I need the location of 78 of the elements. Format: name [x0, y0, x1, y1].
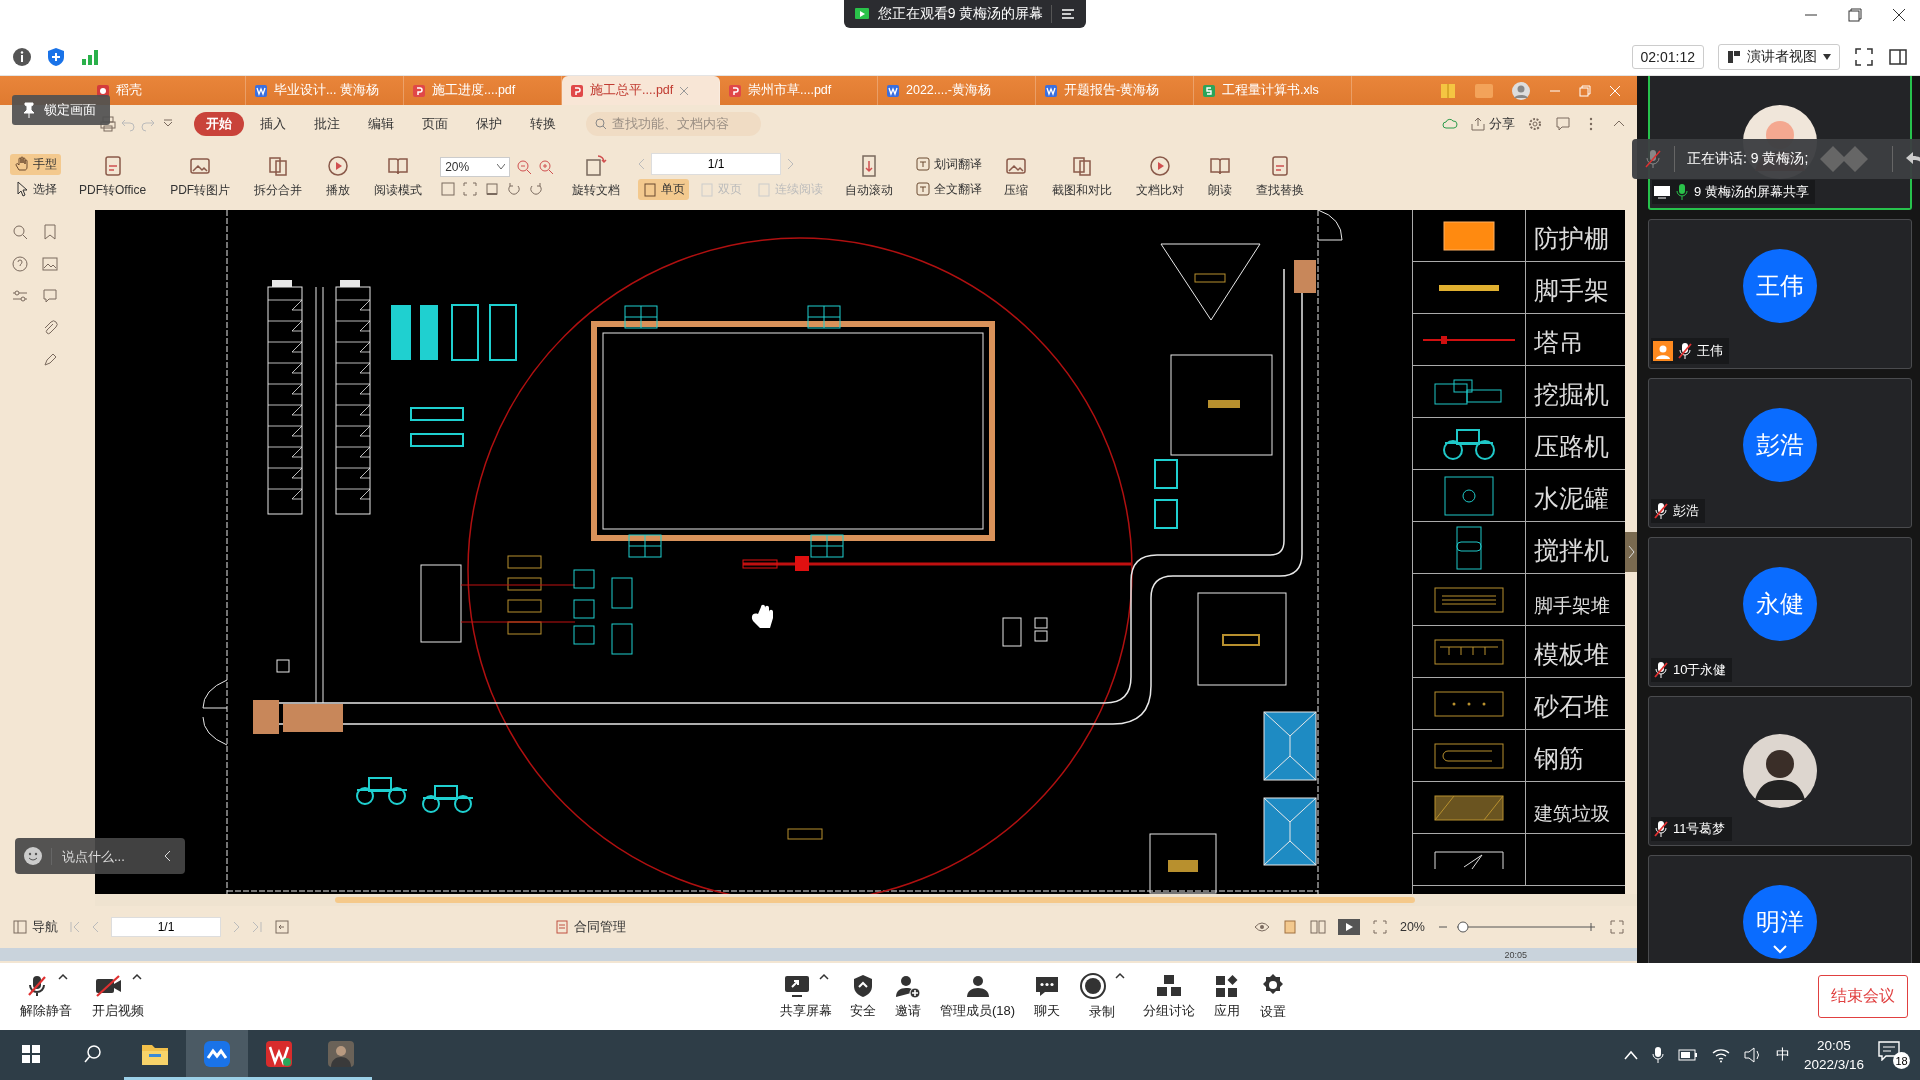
avatar: 彭浩 — [1743, 408, 1817, 482]
legend-label: 钢筋 — [1534, 743, 1584, 775]
banner-text: 您正在观看9 黄梅汤的屏幕 — [877, 5, 1044, 23]
document-tab[interactable]: 施工总平....pdf — [562, 76, 720, 105]
page-field[interactable]: 1/1 — [651, 153, 782, 175]
meeting-control[interactable]: 安全 — [842, 973, 884, 1020]
menu-tab[interactable]: 保护 — [464, 112, 514, 136]
menu-tab[interactable]: 编辑 — [356, 112, 406, 136]
navigation-button[interactable]: 导航 — [12, 918, 58, 936]
participant-label: 彭浩 — [1651, 499, 1705, 523]
meeting-control[interactable]: 聊天 — [1025, 973, 1070, 1020]
lock-view-button[interactable]: 锁定画面 — [12, 95, 110, 125]
legend-label: 模板堆 — [1534, 639, 1609, 671]
toolbar-button[interactable]: 拆分合并 — [248, 152, 309, 201]
page-field[interactable]: 1/1 — [111, 917, 221, 937]
view-mode-dropdown[interactable]: 演讲者视图 — [1718, 43, 1840, 70]
avatar: 永健 — [1743, 567, 1817, 641]
menu-tab[interactable]: 页面 — [410, 112, 460, 136]
legend-label: 挖掘机 — [1534, 379, 1609, 411]
search-field[interactable]: 查找功能、文档内容 — [586, 112, 761, 136]
page-mode-button[interactable]: 单页 — [638, 179, 690, 200]
toolbar-button[interactable]: PDF转图片 — [164, 152, 237, 201]
speaking-text: 正在讲话: 9 黄梅汤; — [1687, 150, 1809, 168]
zoom-level: 20% — [1399, 920, 1425, 934]
notification-count: 18 — [1893, 1052, 1910, 1069]
toolbar-button[interactable]: PDF转Office — [73, 152, 153, 201]
cursor-mode-button[interactable]: 手型 — [10, 153, 61, 175]
toolbar-button[interactable]: 压缩 — [998, 152, 1035, 201]
meeting-control[interactable]: 开启视频 — [84, 973, 152, 1020]
toolbar-button[interactable]: 自动滚动 — [839, 152, 900, 201]
end-meeting-button[interactable]: 结束会议 — [1818, 975, 1908, 1018]
legend-label: 水泥罐 — [1534, 483, 1609, 515]
share-button[interactable]: 分享 — [1470, 115, 1515, 133]
legend-label: 砂石堆 — [1534, 691, 1609, 723]
meeting-control[interactable]: 邀请 — [886, 973, 930, 1020]
cursor-mode-button[interactable]: 选择 — [10, 178, 61, 200]
taskbar-clock[interactable]: 20:05 2022/3/16 — [1803, 1036, 1864, 1074]
translate-button[interactable]: 划词翻译 — [911, 153, 987, 175]
toolbar-button[interactable]: 查找替换 — [1250, 152, 1311, 201]
chat-input[interactable]: 说点什么... — [51, 847, 154, 865]
meeting-control[interactable]: 应用 — [1205, 973, 1250, 1020]
legend-label: 搅拌机 — [1534, 535, 1609, 567]
participant-label: 9 黄梅汤的屏幕共享 — [1652, 180, 1815, 204]
avatar: 王伟 — [1743, 249, 1817, 323]
legend-label: 防护棚 — [1534, 223, 1609, 255]
meeting-control[interactable]: 设置 — [1251, 972, 1296, 1021]
menu-tab[interactable]: 转换 — [518, 112, 568, 136]
input-method[interactable]: 中 — [1775, 1046, 1790, 1064]
chat-bar[interactable]: 说点什么... — [15, 838, 185, 874]
participant-label: 11号葛梦 — [1651, 817, 1732, 841]
legend-label: 建筑垃圾 — [1534, 801, 1610, 826]
menu-tab[interactable]: 插入 — [248, 112, 298, 136]
translate-button[interactable]: 全文翻译 — [911, 178, 987, 200]
toolbar-button[interactable]: 文档比对 — [1130, 152, 1191, 201]
menu-tab[interactable]: 开始 — [194, 112, 244, 136]
contract-management-button[interactable]: 合同管理 — [554, 918, 626, 936]
legend-label: 塔吊 — [1534, 327, 1584, 359]
meeting-control[interactable]: 管理成员(18) — [932, 973, 1024, 1020]
meeting-control[interactable]: 解除静音 — [12, 973, 80, 1020]
meeting-control[interactable]: 分组讨论 — [1135, 973, 1204, 1020]
legend-label: 脚手架堆 — [1534, 593, 1610, 618]
zoom-dropdown[interactable]: 20% — [440, 156, 511, 177]
notification-button[interactable]: 18 — [1878, 1041, 1910, 1069]
meeting-control[interactable]: 录制 — [1071, 972, 1134, 1021]
toolbar-button[interactable]: 截图和对比 — [1046, 152, 1119, 201]
toolbar-button[interactable]: 播放 — [320, 152, 357, 201]
toolbar-button[interactable]: 旋转文档 — [566, 152, 627, 201]
avatar: 明洋 — [1743, 885, 1817, 959]
participant-label: 10于永健 — [1651, 658, 1733, 682]
legend-label: 压路机 — [1534, 431, 1609, 463]
menu-tab[interactable]: 批注 — [302, 112, 352, 136]
meeting-timer: 02:01:12 — [1631, 44, 1704, 69]
remote-clock: 20:05 — [1504, 949, 1527, 960]
toolbar-button[interactable]: 朗读 — [1202, 152, 1239, 201]
meeting-control[interactable]: 共享屏幕 — [772, 973, 840, 1020]
participant-label: 王伟 — [1651, 338, 1729, 364]
toolbar-button[interactable]: 阅读模式 — [368, 152, 429, 201]
legend-label: 脚手架 — [1534, 275, 1609, 307]
